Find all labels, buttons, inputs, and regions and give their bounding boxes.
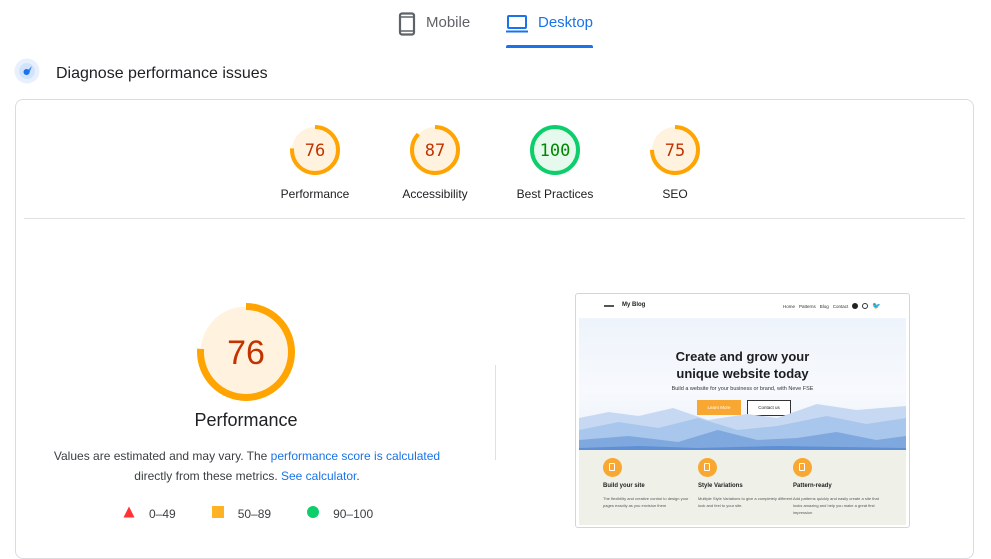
gauge-value: 76 [227,334,265,372]
nav-link: Blog [819,303,829,309]
logo-mark [604,305,614,307]
screenshot-headline: Create and grow your unique website today [675,349,810,381]
feature-title: Build your site [603,483,645,489]
pattern-icon [793,458,812,477]
mountains-image [579,404,906,450]
laptop-icon [506,12,528,38]
tab-mobile-label: Mobile [426,14,471,31]
screenshot-brand: My Blog [622,302,646,308]
legend-range: 0–49 [149,506,176,521]
triangle-icon [123,506,135,521]
facebook-icon [852,303,859,309]
tab-desktop[interactable]: Desktop [506,12,593,50]
feature-item: Pattern-ready Add patterns quickly and e… [769,458,879,516]
gauge-value: 76 [305,141,325,161]
desc-text: directly from these metrics. [134,469,281,483]
nav-link: Home [782,303,795,309]
gauge-performance[interactable]: 76 Performance [255,124,375,201]
gauge-ring: 75 [650,125,700,175]
gauge-seo[interactable]: 75 SEO [615,124,735,201]
diagnose-header: Diagnose performance issues [14,58,268,89]
gauge-icon [14,58,40,89]
gauge-accessibility[interactable]: 87 Accessibility [375,124,495,201]
section-title: Diagnose performance issues [56,64,268,82]
legend-fail: 0–49 [123,506,176,521]
see-calculator-link[interactable]: See calculator [281,469,356,483]
gauge-value: 75 [665,141,685,161]
build-icon [603,458,622,477]
nav-link: Patterns [798,303,816,309]
page-screenshot[interactable]: My Blog Home Patterns Blog Contact 🐦 Cre… [575,293,910,528]
gauge-value: 100 [540,141,571,161]
tab-desktop-label: Desktop [538,14,594,31]
score-gauges: 76 Performance 87 Accessibility 100 Best… [16,124,973,224]
square-icon [211,506,224,521]
screenshot-hero: Create and grow your unique website today… [579,318,906,450]
gauge-label: Best Practices [516,187,594,201]
image-icon [698,458,717,477]
gauge-label: Performance [280,187,350,201]
gauge-ring-large: 76 [197,303,295,401]
screenshot-nav: My Blog Home Patterns Blog Contact 🐦 [576,299,909,315]
score-calculation-link[interactable]: performance score is calculated [271,449,440,463]
gauge-value: 87 [425,141,445,161]
gauge-label: Accessibility [402,187,468,201]
feature-title: Pattern-ready [793,483,832,489]
gauge-best-practices[interactable]: 100 Best Practices [495,124,615,201]
device-tabs: Mobile Desktop [0,0,991,50]
divider [24,218,965,219]
gauge-ring: 100 [530,125,580,175]
legend-range: 90–100 [333,506,374,521]
vertical-divider [495,365,496,460]
instagram-icon [862,303,869,309]
legend-average: 50–89 [211,506,272,521]
desc-text: Values are estimated and may vary. The [53,449,271,463]
active-tab-indicator [506,45,593,48]
feature-item: Style Variations Multiple Style Variatio… [674,458,792,509]
tab-mobile[interactable]: Mobile [398,12,470,50]
nav-link: Contact [832,303,849,309]
performance-label: Performance [194,410,298,430]
desc-text: . [356,469,360,483]
legend-range: 50–89 [237,506,272,521]
gauge-ring: 87 [410,125,460,175]
report-card: 76 Performance 87 Accessibility 100 Best… [15,99,974,559]
legend-pass: 90–100 [307,506,373,521]
performance-description: Values are estimated and may vary. The p… [36,446,458,486]
twitter-icon: 🐦 [872,303,881,310]
feature-title: Style Variations [698,483,743,489]
screenshot-features: Build your site The flexibility and crea… [579,450,906,525]
performance-gauge-large: 76 Performance [146,302,346,431]
smartphone-icon [398,12,416,40]
gauge-ring: 76 [290,125,340,175]
feature-text: Add patterns quickly and easily create a… [793,496,879,515]
score-legend: 0–49 50–89 90–100 [123,506,409,521]
screenshot-nav-links: Home Patterns Blog Contact 🐦 [783,302,881,310]
feature-item: Build your site The flexibility and crea… [579,458,688,509]
circle-icon [307,506,320,521]
gauge-label: SEO [662,187,688,201]
